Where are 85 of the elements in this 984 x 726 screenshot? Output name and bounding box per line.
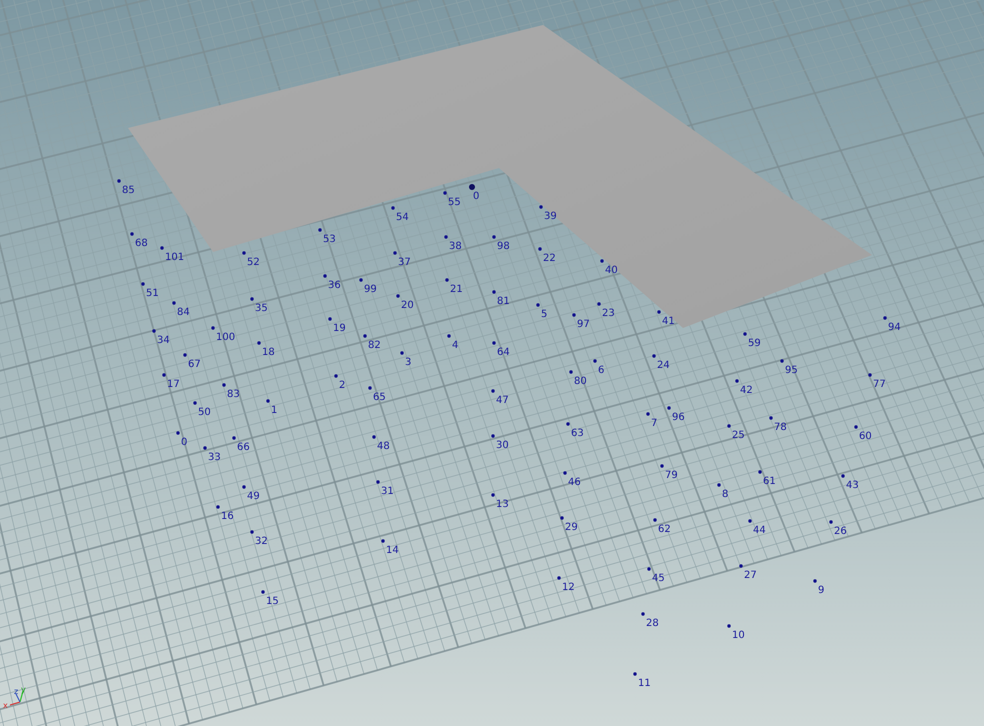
point-label: 100 [216, 332, 236, 343]
point-label: 28 [646, 618, 659, 629]
point-label: 1 [271, 405, 278, 416]
point-label: 97 [577, 319, 590, 330]
point-label: 35 [255, 303, 268, 314]
point-label: 52 [247, 257, 260, 268]
point-label: 96 [672, 412, 685, 423]
point-label: 8 [722, 489, 728, 500]
point-label: 0 [181, 437, 188, 448]
point-label: 84 [177, 307, 190, 318]
point-label: 66 [237, 442, 250, 453]
point-label: 17 [167, 379, 180, 390]
point-label: 29 [565, 522, 578, 533]
point-label: 95 [785, 365, 798, 376]
point-label: 10 [732, 630, 745, 641]
point-label: 62 [658, 524, 671, 535]
point-label: 64 [497, 347, 510, 358]
point-label: 9 [818, 585, 824, 596]
point-label: 7 [651, 418, 658, 429]
point-label: 2 [339, 380, 346, 391]
point-label: 12 [562, 582, 575, 593]
point-label: 43 [846, 480, 859, 491]
point-label: 39 [544, 211, 557, 222]
point-label: 41 [662, 316, 675, 327]
point-label: 37 [398, 257, 411, 268]
point-label: 85 [122, 185, 135, 196]
axis-gizmo-drawing: x z y [3, 685, 26, 710]
point-label: 21 [450, 284, 463, 295]
point-label: 30 [496, 440, 509, 451]
point-label: 67 [188, 359, 201, 370]
point-label: 44 [753, 525, 766, 536]
point-label: 83 [227, 389, 240, 400]
point-label: 33 [208, 452, 221, 463]
point-label: 55 [448, 197, 461, 208]
point-label: 3 [405, 357, 412, 368]
point-label: 49 [247, 491, 260, 502]
point-label: 59 [748, 338, 761, 349]
point-label: 22 [543, 253, 556, 264]
point-label: 79 [665, 470, 678, 481]
point-label: 63 [571, 428, 584, 439]
point-label: 77 [873, 379, 886, 390]
point-label: 16 [221, 511, 234, 522]
point-label: 61 [763, 476, 776, 487]
point-label: 23 [602, 308, 615, 319]
point-label: 82 [368, 340, 381, 351]
point-label: 34 [157, 335, 170, 346]
point-label: 45 [652, 573, 665, 584]
point-label: 13 [496, 499, 509, 510]
point-label: 54 [396, 212, 409, 223]
point-label: 4 [452, 340, 458, 351]
point-label: 98 [497, 241, 510, 252]
point-label: 50 [198, 407, 211, 418]
point-label: 53 [323, 234, 336, 245]
point-label: 11 [638, 678, 651, 689]
point-label: 14 [386, 545, 399, 556]
point-label: 31 [381, 486, 394, 497]
point-label: 26 [834, 526, 847, 537]
point-label: 51 [146, 288, 159, 299]
point-label: 68 [135, 238, 148, 249]
point-label: 27 [744, 570, 757, 581]
point-label: 60 [859, 431, 872, 442]
point-label: 99 [364, 284, 377, 295]
point-label: 6 [598, 365, 604, 376]
point-label: 40 [605, 265, 618, 276]
point-label: 0 [473, 191, 480, 202]
point-label: 38 [449, 241, 462, 252]
point-label: 42 [740, 385, 753, 396]
point-label: 78 [774, 422, 787, 433]
point-label: 65 [373, 392, 386, 403]
point-label: 19 [333, 323, 346, 334]
point-label: 81 [497, 296, 510, 307]
point-label: 36 [328, 280, 341, 291]
point-label: 48 [377, 441, 390, 452]
point-label: 101 [165, 252, 184, 263]
point-label: 24 [657, 360, 670, 371]
point-label: 15 [266, 596, 279, 607]
point-label: 18 [262, 347, 275, 358]
point-label: 25 [732, 430, 745, 441]
point-label: 20 [401, 300, 414, 311]
point-label: 46 [568, 477, 581, 488]
point-label: 32 [255, 536, 268, 547]
point-label: 80 [574, 376, 587, 387]
point-label: 94 [888, 322, 901, 333]
point-label: 47 [496, 395, 509, 406]
point-label: 5 [541, 309, 548, 320]
